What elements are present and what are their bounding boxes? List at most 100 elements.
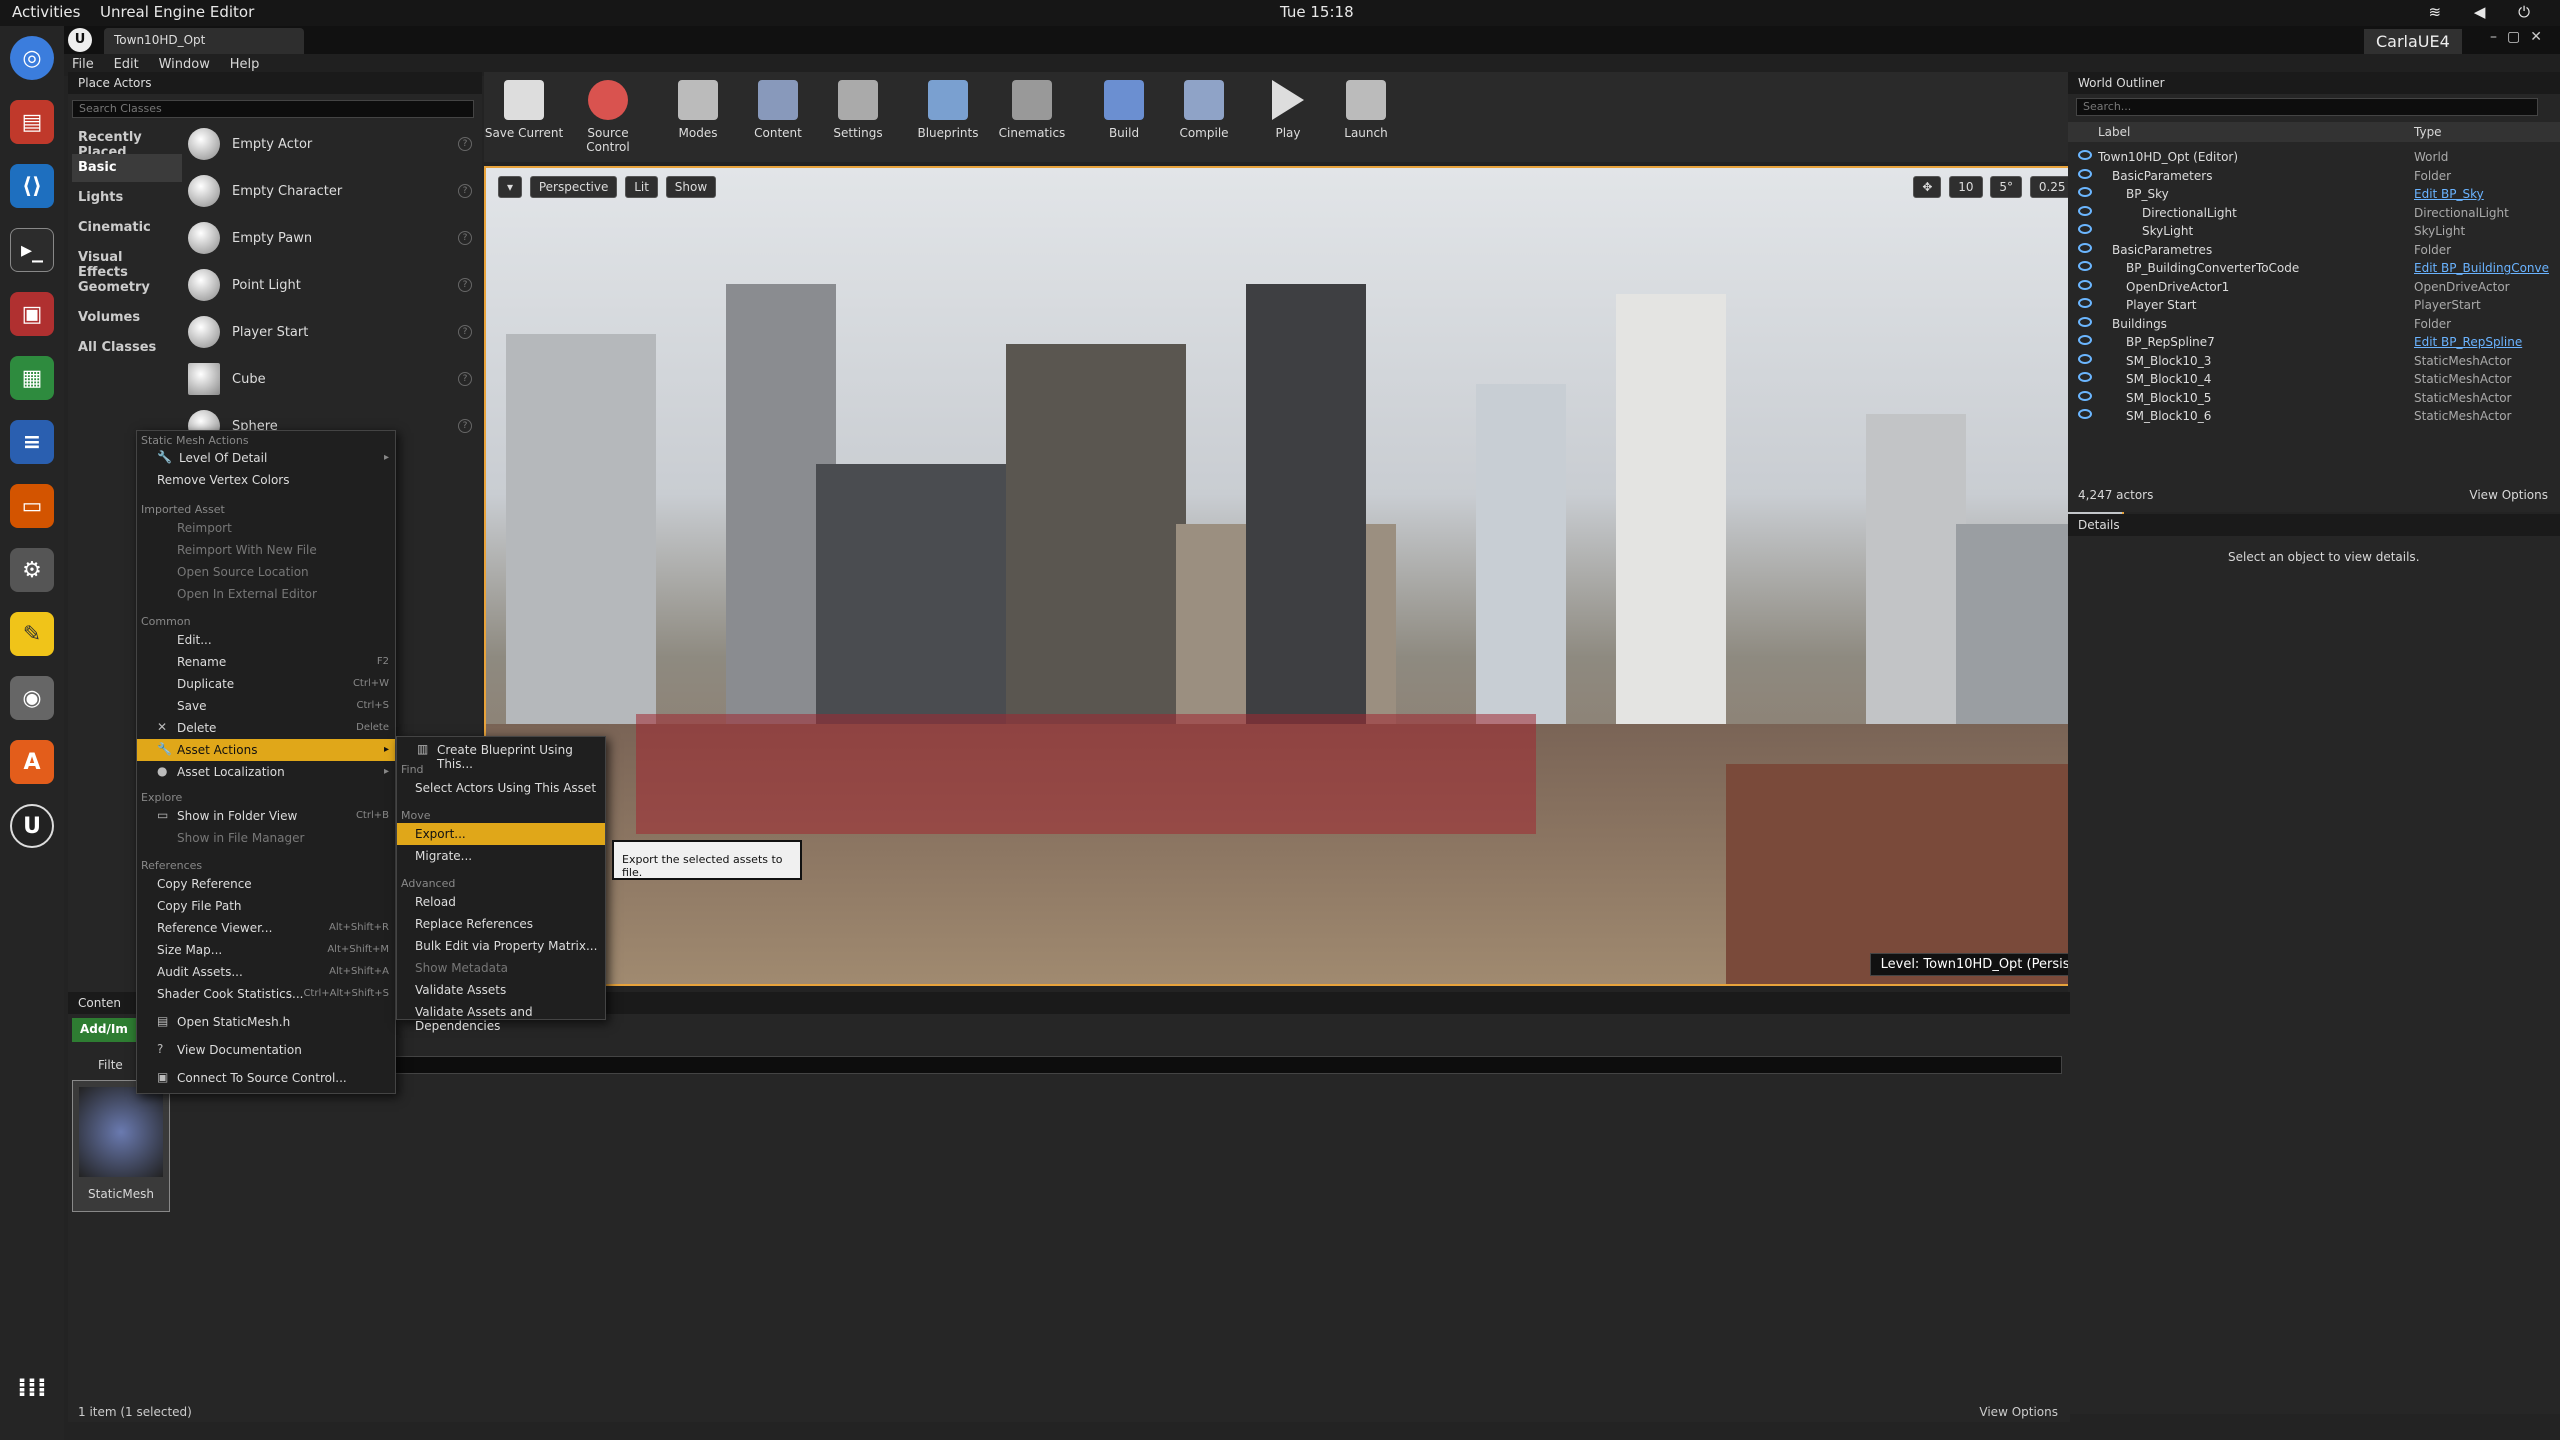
perspective-button[interactable]: Perspective	[529, 176, 618, 198]
visibility-eye-icon[interactable]	[2078, 298, 2092, 308]
help-icon[interactable]: ?	[458, 184, 472, 198]
details-tab[interactable]: Details	[2068, 514, 2560, 536]
place-actors-search[interactable]: Search Classes	[72, 100, 474, 118]
menu-create-blueprint[interactable]: ▥ Create Blueprint Using This...	[397, 739, 605, 771]
menu-shader-cook-statistics[interactable]: Shader Cook Statistics... Ctrl+Alt+Shift+…	[137, 983, 395, 1005]
actor-player-start[interactable]: Player Start?	[188, 310, 478, 354]
source-control-button[interactable]: Source Control	[568, 76, 648, 156]
menu-show-in-file-manager[interactable]: Show in File Manager	[137, 827, 395, 849]
actor-empty-character[interactable]: Empty Character?	[188, 169, 478, 213]
menu-audit-assets[interactable]: Audit Assets... Alt+Shift+A	[137, 961, 395, 983]
menu-migrate[interactable]: Migrate...	[397, 845, 605, 867]
menu-reference-viewer[interactable]: Reference Viewer... Alt+Shift+R	[137, 917, 395, 939]
outliner-row[interactable]: SM_Block10_5 StaticMeshActor	[2068, 389, 2560, 407]
outliner-row[interactable]: SM_Block10_4 StaticMeshActor	[2068, 370, 2560, 388]
menu-show-in-folder-view[interactable]: ▭ Show in Folder View Ctrl+B	[137, 805, 395, 827]
outliner-row[interactable]: SM_Block10_3 StaticMeshActor	[2068, 352, 2560, 370]
visibility-eye-icon[interactable]	[2078, 409, 2092, 419]
category-geometry[interactable]: Geometry	[72, 274, 182, 302]
files-icon[interactable]: ▤	[10, 100, 54, 144]
menu-copy-file-path[interactable]: Copy File Path	[137, 895, 395, 917]
menu-asset-localization[interactable]: ● Asset Localization ▸	[137, 761, 395, 783]
outliner-row[interactable]: DirectionalLight DirectionalLight	[2068, 204, 2560, 222]
visibility-eye-icon[interactable]	[2078, 242, 2092, 253]
menu-rename[interactable]: Rename F2	[137, 651, 395, 673]
menu-duplicate[interactable]: Duplicate Ctrl+W	[137, 673, 395, 695]
settings-icon[interactable]: ⚙	[10, 548, 54, 592]
build-button[interactable]: Build	[1084, 76, 1164, 156]
vscode-icon[interactable]: ⟨⟩	[10, 164, 54, 208]
help-icon[interactable]: ?	[458, 325, 472, 339]
unreal-engine-icon[interactable]: U	[10, 804, 54, 848]
menu-connect-source-control[interactable]: ▣ Connect To Source Control...	[137, 1067, 395, 1089]
show-apps-icon[interactable]: ⁞⁞⁞	[10, 1366, 54, 1410]
menu-select-actors-using-asset[interactable]: Select Actors Using This Asset	[397, 777, 605, 799]
category-basic[interactable]: Basic	[72, 154, 182, 182]
outliner-row[interactable]: SkyLight SkyLight	[2068, 222, 2560, 240]
menu-replace-references[interactable]: Replace References	[397, 913, 605, 935]
category-visual-effects[interactable]: Visual Effects	[72, 244, 182, 280]
visibility-eye-icon[interactable]	[2078, 316, 2092, 327]
type-column-header[interactable]: Type	[2414, 125, 2442, 139]
visibility-eye-icon[interactable]	[2078, 335, 2092, 345]
visibility-eye-icon[interactable]	[2078, 187, 2092, 197]
grid-snap-value[interactable]: 10	[1949, 176, 1983, 198]
menu-size-map[interactable]: Size Map... Alt+Shift+M	[137, 939, 395, 961]
menu-open-header[interactable]: ▤ Open StaticMesh.h	[137, 1011, 395, 1033]
outliner-search[interactable]: Search...	[2076, 98, 2538, 116]
menu-save[interactable]: Save Ctrl+S	[137, 695, 395, 717]
menu-delete[interactable]: ✕ Delete Delete	[137, 717, 395, 739]
category-lights[interactable]: Lights	[72, 184, 182, 212]
visibility-eye-icon[interactable]	[2078, 150, 2092, 160]
outliner-row[interactable]: Town10HD_Opt (Editor) World	[2068, 148, 2560, 166]
label-column-header[interactable]: Label	[2098, 125, 2130, 139]
impress-icon[interactable]: ▭	[10, 484, 54, 528]
outliner-row[interactable]: SM_Block10_6 StaticMeshActor	[2068, 407, 2560, 425]
outliner-row[interactable]: BasicParameters Folder	[2068, 167, 2560, 185]
writer-icon[interactable]: ≡	[10, 420, 54, 464]
edit-blueprint-link[interactable]: Edit BP_BuildingConve	[2414, 261, 2549, 275]
help-icon[interactable]: ?	[458, 278, 472, 292]
text-editor-icon[interactable]: ✎	[10, 612, 54, 656]
spreadsheet-icon[interactable]: ▦	[10, 356, 54, 400]
filters-button[interactable]: Filte	[98, 1058, 123, 1072]
terminal-icon[interactable]: ▸_	[10, 228, 54, 272]
menu-level-of-detail[interactable]: 🔧 Level Of Detail ▸	[137, 447, 395, 469]
ue-logo-icon[interactable]: U	[68, 28, 92, 52]
menu-bulk-edit[interactable]: Bulk Edit via Property Matrix...	[397, 935, 605, 957]
software-center-icon[interactable]: A	[10, 740, 54, 784]
menu-validate-assets[interactable]: Validate Assets	[397, 979, 605, 1001]
menu-reload[interactable]: Reload	[397, 891, 605, 913]
chrome-icon[interactable]: ◎	[10, 36, 54, 80]
window-controls[interactable]: –▢✕	[2490, 29, 2552, 45]
play-button[interactable]: Play	[1248, 76, 1328, 156]
help-icon[interactable]: ?	[458, 419, 472, 433]
menu-open-external-editor[interactable]: Open In External Editor	[137, 583, 395, 605]
translate-icon[interactable]: ✥	[1913, 176, 1942, 198]
visibility-eye-icon[interactable]	[2078, 224, 2092, 234]
help-icon[interactable]: ?	[458, 231, 472, 245]
clock[interactable]: Tue 15:18	[1280, 3, 1354, 21]
screenshot-icon[interactable]: ◉	[10, 676, 54, 720]
menu-show-metadata[interactable]: Show Metadata	[397, 957, 605, 979]
category-volumes[interactable]: Volumes	[72, 304, 182, 332]
actor-cube[interactable]: Cube?	[188, 357, 478, 401]
edit-blueprint-link[interactable]: Edit BP_Sky	[2414, 187, 2484, 201]
place-actors-tab[interactable]: Place Actors	[68, 72, 482, 94]
app-menu[interactable]: Unreal Engine Editor	[100, 3, 254, 21]
help-icon[interactable]: ?	[458, 372, 472, 386]
edit-blueprint-link[interactable]: Edit BP_RepSpline	[2414, 335, 2522, 349]
outliner-row[interactable]: BP_RepSpline7 Edit BP_RepSpline	[2068, 333, 2560, 351]
content-button[interactable]: Content	[738, 76, 818, 156]
asset-tile-staticmesh[interactable]: StaticMesh	[72, 1080, 170, 1212]
outliner-row[interactable]: Player Start PlayerStart	[2068, 296, 2560, 314]
visibility-eye-icon[interactable]	[2078, 279, 2092, 290]
category-recently-placed[interactable]: Recently Placed	[72, 124, 182, 160]
outliner-row[interactable]: Buildings Folder	[2068, 315, 2560, 333]
content-search-input[interactable]	[278, 1056, 2062, 1074]
settings-button[interactable]: Settings	[818, 76, 898, 156]
menu-asset-actions[interactable]: 🔧 Asset Actions ▸	[137, 739, 395, 761]
save-current-button[interactable]: Save Current	[484, 76, 564, 156]
visibility-eye-icon[interactable]	[2078, 261, 2092, 271]
menu-edit[interactable]: Edit...	[137, 629, 395, 651]
